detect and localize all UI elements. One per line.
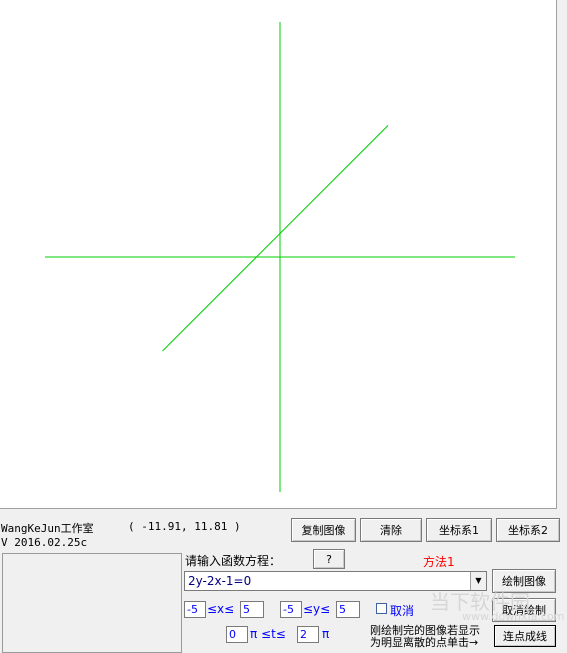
axes2-button[interactable]: 坐标系2 bbox=[496, 518, 560, 542]
equation-prompt: 请输入函数方程： bbox=[185, 554, 282, 568]
t-range-label: π ≤t≤ bbox=[250, 627, 286, 641]
y-min-input[interactable]: -5 bbox=[280, 601, 302, 618]
equation-value: 2y-2x-1=0 bbox=[188, 574, 252, 588]
coordinate-readout: ( -11.91, 11.81 ) bbox=[128, 520, 241, 533]
watermark-url: www.downxia.com bbox=[462, 610, 565, 623]
method-label: 方法1 bbox=[423, 555, 455, 569]
x-min-input[interactable]: -5 bbox=[184, 601, 206, 618]
axes1-button[interactable]: 坐标系1 bbox=[426, 518, 492, 542]
graph-canvas[interactable] bbox=[0, 0, 557, 509]
help-button[interactable]: ? bbox=[313, 549, 345, 569]
graph-svg bbox=[45, 22, 515, 492]
x-range-label: ≤x≤ bbox=[207, 602, 235, 616]
hint-line-2: 为明显离散的点单击→ bbox=[370, 636, 479, 649]
x-max-input[interactable]: 5 bbox=[240, 601, 264, 618]
t-min-input[interactable]: 0 bbox=[226, 626, 248, 643]
y-max-input[interactable]: 5 bbox=[336, 601, 360, 618]
copy-image-button[interactable]: 复制图像 bbox=[291, 518, 356, 542]
preview-box bbox=[2, 553, 182, 653]
t-max-input[interactable]: 2 bbox=[297, 626, 319, 643]
clear-button[interactable]: 清除 bbox=[360, 518, 422, 542]
function-line bbox=[162, 125, 389, 352]
connect-points-button[interactable]: 连点成线 bbox=[494, 625, 556, 647]
cancel-checkbox-label: 取消 bbox=[390, 604, 415, 618]
studio-label: WangKeJun工作室 bbox=[1, 522, 94, 535]
pi-symbol: π bbox=[322, 627, 330, 641]
cancel-checkbox[interactable] bbox=[376, 603, 387, 614]
y-range-label: ≤y≤ bbox=[303, 602, 331, 616]
version-label: V 2016.02.25c bbox=[1, 536, 88, 549]
